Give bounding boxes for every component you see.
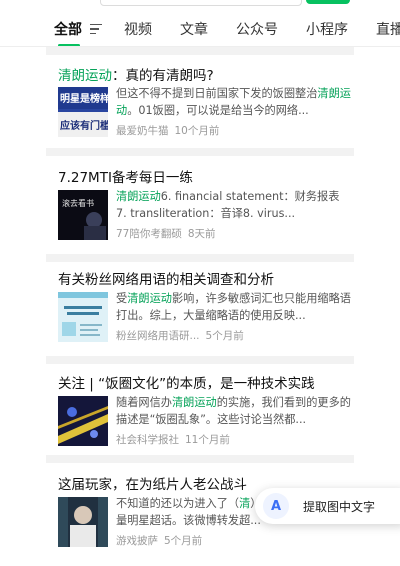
- result-time: 11个月前: [185, 434, 230, 446]
- tab-label: 全部: [54, 22, 82, 38]
- search-input[interactable]: [100, 0, 302, 6]
- result-title: 7.27MTI备考每日一练: [58, 170, 193, 186]
- result-time: 5个月前: [205, 330, 244, 342]
- tab-label: 文章: [180, 22, 208, 38]
- result-meta: 77陪你考翻硕 8天前: [116, 226, 216, 241]
- result-title: 清朗运动：真的有清朗吗?: [58, 68, 214, 84]
- result-meta: 粉丝网络用语研... 5个月前: [116, 328, 244, 343]
- result-meta: 社会科学报社 11个月前: [116, 432, 230, 447]
- tab-label: 小程序: [306, 22, 348, 38]
- result-card[interactable]: 7.27MTI备考每日一练 滚去看书 清朗运动6. financial stat…: [46, 156, 354, 256]
- thumbnail-text: 明星是榜样: [60, 92, 108, 105]
- result-description: 不知道的还以为进入了（清）流量明星超话。该微博转发超...: [116, 497, 273, 527]
- tab-all[interactable]: 全部: [54, 12, 82, 46]
- result-source: 77陪你考翻硕: [116, 228, 182, 240]
- tab-video[interactable]: 视频: [124, 12, 152, 46]
- result-description: 随着网信办清朗运动的实施，我们看到的更多的描述是“饭圈乱象”。这些讨论当然都..…: [116, 396, 351, 426]
- result-source: 游戏披萨: [116, 535, 158, 547]
- tab-article[interactable]: 文章: [180, 12, 208, 46]
- tab-label: 直播: [376, 22, 400, 38]
- separator: [46, 148, 354, 156]
- result-card[interactable]: 有关粉丝网络用语的相关调查和分析 受清朗运动影响，许多敏感词汇也只能用缩略语打出…: [46, 262, 354, 358]
- extract-text-label: 提取图中文字: [303, 499, 376, 514]
- top-strip: [0, 0, 400, 10]
- tab-mini-program[interactable]: 小程序: [306, 12, 348, 46]
- result-description: 受清朗运动影响，许多敏感词汇也只能用缩略语打出。综上，大量缩略语的使用反映...: [116, 292, 351, 322]
- result-thumbnail: [58, 497, 108, 547]
- result-time: 8天前: [187, 228, 216, 240]
- tab-live[interactable]: 直播: [376, 12, 400, 46]
- separator: [46, 356, 354, 364]
- result-source: 最爱奶牛猫: [116, 125, 169, 137]
- result-thumbnail: [58, 292, 108, 342]
- result-description: 但这不得不提到日前国家下发的饭圈整治清朗运动。01饭圈，可以说是给当今的网络..…: [116, 87, 351, 117]
- tab-label: 公众号: [236, 22, 278, 38]
- separator: [46, 47, 354, 55]
- result-title: 有关粉丝网络用语的相关调查和分析: [58, 272, 274, 288]
- separator: [46, 455, 354, 463]
- result-time: 10个月前: [174, 125, 220, 137]
- result-source: 粉丝网络用语研...: [116, 330, 200, 342]
- result-meta: 游戏披萨 5个月前: [116, 533, 202, 548]
- separator: [46, 254, 354, 262]
- svg-text:应该有门槛: 应该有门槛: [60, 119, 108, 132]
- result-description: 清朗运动6. financial statement：财务报表 7. trans…: [116, 190, 340, 220]
- result-thumbnail: 滚去看书: [58, 190, 108, 240]
- result-thumbnail: [58, 396, 108, 446]
- result-source: 社会科学报社: [116, 434, 179, 446]
- result-thumbnail: 明星是榜样 应该有门槛: [58, 87, 108, 137]
- thumbnail-text: 滚去看书: [62, 198, 94, 208]
- result-card[interactable]: 关注 | “饭圈文化”的本质，是一种技术实践 随着网信办清朗运动的实施，我们看到…: [46, 364, 354, 456]
- result-card[interactable]: 清朗运动：真的有清朗吗? 明星是榜样 应该有门槛 但这不得不提到日前国家下发的饭…: [46, 55, 354, 147]
- text-recognition-icon: A: [263, 493, 289, 519]
- extract-text-button[interactable]: A 提取图中文字: [255, 488, 400, 524]
- tab-label: 视频: [124, 22, 152, 38]
- search-button[interactable]: [306, 0, 350, 4]
- result-time: 5个月前: [164, 535, 203, 547]
- result-title: 关注 | “饭圈文化”的本质，是一种技术实践: [58, 376, 315, 392]
- tab-bar: 全部 视频 文章 公众号 小程序 直播: [0, 12, 400, 47]
- filter-icon[interactable]: [90, 22, 102, 36]
- result-meta: 最爱奶牛猫 10个月前: [116, 123, 219, 138]
- tab-official-account[interactable]: 公众号: [236, 12, 278, 46]
